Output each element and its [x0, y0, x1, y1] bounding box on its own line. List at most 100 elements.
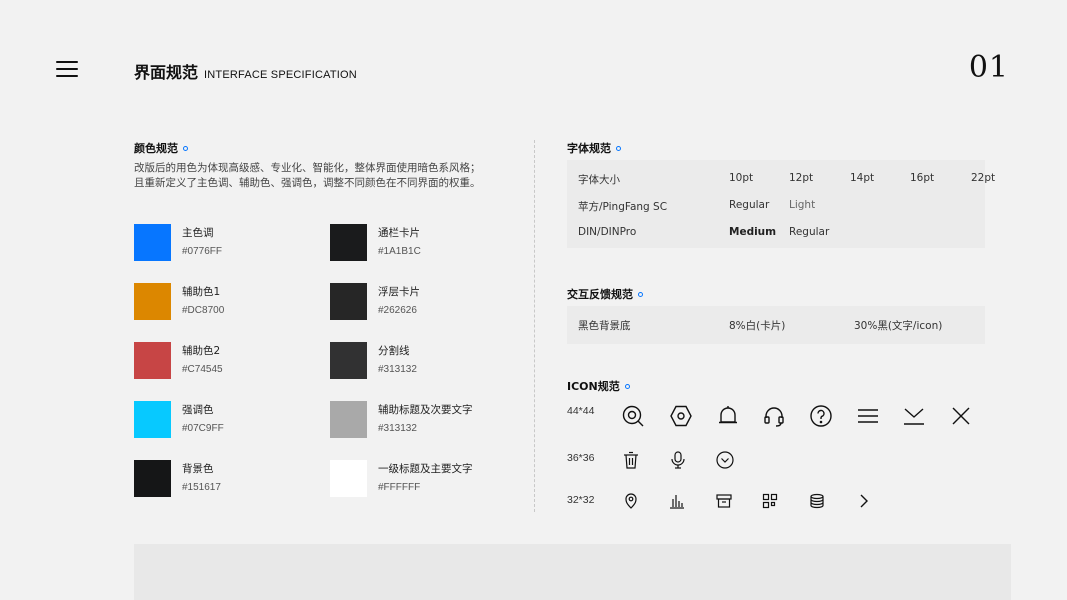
feedback-value: 8%白(卡片) — [729, 320, 786, 332]
color-swatch — [330, 460, 367, 497]
dot-icon — [638, 291, 643, 297]
color-swatch — [330, 342, 367, 379]
trash-icon[interactable] — [622, 451, 640, 469]
color-hex: #313132 — [378, 364, 417, 375]
feedback-section-title-text: 交互反馈规范 — [567, 288, 633, 301]
color-swatch-text: 强调色 #07C9FF — [182, 401, 224, 434]
color-swatch-item: 辅助色1 #DC8700 — [134, 283, 224, 320]
page-title: 界面规范 INTERFACE SPECIFICATION — [134, 59, 357, 83]
color-swatch — [330, 224, 367, 261]
font-size-value: 12pt — [789, 172, 814, 184]
color-swatch-item: 通栏卡片 #1A1B1C — [330, 224, 421, 261]
color-name: 主色调 — [182, 227, 214, 239]
icon-size-label: 36*36 — [567, 452, 595, 464]
color-swatch — [134, 224, 171, 261]
hexagon-icon[interactable] — [669, 404, 693, 428]
icon-size-label: 32*32 — [567, 494, 595, 506]
font-size-value: 22pt — [971, 172, 996, 184]
color-swatch — [134, 401, 171, 438]
color-name: 分割线 — [378, 345, 410, 357]
color-hex: #FFFFFF — [378, 482, 421, 493]
dot-icon — [624, 383, 630, 389]
color-swatch — [330, 401, 367, 438]
page-number: 01 — [968, 50, 1009, 85]
color-swatch-item: 背景色 #151617 — [134, 460, 221, 497]
feedback-section-title: 交互反馈规范 — [567, 286, 643, 302]
description-line-2: 且重新定义了主色调、辅助色、强调色，调整不同颜色在不同界面的权重。 — [134, 177, 481, 189]
microphone-icon[interactable] — [669, 451, 687, 469]
menu-icon[interactable] — [856, 404, 880, 428]
color-swatch — [134, 342, 171, 379]
din-label: DIN/DINPro — [578, 226, 637, 238]
feedback-spec-box: 黑色背景底 8%白(卡片) 30%黑(文字/icon) — [567, 306, 985, 344]
pingfang-weight: Light — [789, 199, 816, 211]
color-hex: #262626 — [378, 305, 417, 316]
color-swatch-text: 辅助标题及次要文字 #313132 — [378, 401, 473, 434]
font-section-title-text: 字体规范 — [567, 142, 611, 155]
hamburger-menu-icon[interactable] — [56, 61, 78, 77]
color-swatch-text: 辅助色2 #C74545 — [182, 342, 223, 375]
grid-icon[interactable] — [762, 493, 778, 509]
color-swatch-text: 主色调 #0776FF — [182, 224, 222, 257]
bar-chart-icon[interactable] — [669, 493, 685, 509]
color-swatch-item: 主色调 #0776FF — [134, 224, 222, 261]
search-icon[interactable] — [621, 404, 645, 428]
color-swatch-text: 浮层卡片 #262626 — [378, 283, 420, 316]
font-size-value: 16pt — [910, 172, 935, 184]
color-swatch — [134, 283, 171, 320]
chevron-down-circle-icon[interactable] — [716, 451, 734, 469]
color-name: 强调色 — [182, 404, 214, 416]
color-name: 一级标题及主要文字 — [378, 463, 473, 475]
bell-icon[interactable] — [716, 404, 740, 428]
color-swatch-item: 一级标题及主要文字 #FFFFFF — [330, 460, 473, 497]
font-spec-table: 字体大小 10pt 12pt 14pt 16pt 22pt 苹方/PingFan… — [567, 160, 995, 248]
location-pin-icon[interactable] — [623, 493, 639, 509]
color-swatch-text: 分割线 #313132 — [378, 342, 417, 375]
color-swatch-text: 辅助色1 #DC8700 — [182, 283, 224, 316]
color-swatch-item: 强调色 #07C9FF — [134, 401, 224, 438]
color-swatch-item: 辅助色2 #C74545 — [134, 342, 223, 379]
font-size-label: 字体大小 — [578, 174, 620, 186]
color-swatch-item: 分割线 #313132 — [330, 342, 417, 379]
color-section-title: 颜色规范 — [134, 140, 188, 156]
column-divider — [534, 140, 535, 512]
color-section-title-text: 颜色规范 — [134, 142, 178, 155]
icon-section-title-text: ICON规范 — [567, 380, 620, 393]
color-hex: #151617 — [182, 482, 221, 493]
bottom-panel — [134, 544, 1011, 600]
feedback-value: 30%黑(文字/icon) — [854, 320, 943, 332]
close-icon[interactable] — [949, 404, 973, 428]
database-icon[interactable] — [809, 493, 825, 509]
color-swatch-text: 通栏卡片 #1A1B1C — [378, 224, 421, 257]
din-weight: Regular — [789, 226, 830, 238]
color-name: 浮层卡片 — [378, 286, 420, 298]
color-name: 通栏卡片 — [378, 227, 420, 239]
help-icon[interactable] — [809, 404, 833, 428]
archive-icon[interactable] — [716, 493, 732, 509]
font-section-title: 字体规范 — [567, 140, 621, 156]
page-title-en: INTERFACE SPECIFICATION — [204, 69, 357, 81]
page-title-cn: 界面规范 — [134, 63, 199, 82]
chevron-right-icon[interactable] — [856, 493, 872, 509]
color-swatch-text: 背景色 #151617 — [182, 460, 221, 493]
headset-icon[interactable] — [762, 404, 786, 428]
color-hex: #313132 — [378, 423, 417, 434]
pingfang-weight: Regular — [729, 199, 770, 211]
font-size-value: 10pt — [729, 172, 754, 184]
font-size-value: 14pt — [850, 172, 875, 184]
icon-section-title: ICON规范 — [567, 378, 630, 394]
color-swatch-text: 一级标题及主要文字 #FFFFFF — [378, 460, 473, 493]
color-hex: #07C9FF — [182, 423, 224, 434]
color-swatch-item: 辅助标题及次要文字 #313132 — [330, 401, 473, 438]
color-description: 改版后的用色为体现高级感、专业化、智能化，整体界面使用暗色系风格； 且重新定义了… — [134, 161, 514, 191]
inbox-down-icon[interactable] — [902, 404, 926, 428]
color-swatch — [134, 460, 171, 497]
description-line-1: 改版后的用色为体现高级感、专业化、智能化，整体界面使用暗色系风格； — [134, 162, 481, 174]
dot-icon — [616, 145, 621, 151]
color-hex: #1A1B1C — [378, 246, 421, 257]
color-hex: #0776FF — [182, 246, 223, 257]
color-swatch-item: 浮层卡片 #262626 — [330, 283, 420, 320]
icon-size-label: 44*44 — [567, 405, 595, 417]
color-name: 辅助色1 — [182, 286, 221, 298]
color-name: 辅助标题及次要文字 — [378, 404, 473, 416]
